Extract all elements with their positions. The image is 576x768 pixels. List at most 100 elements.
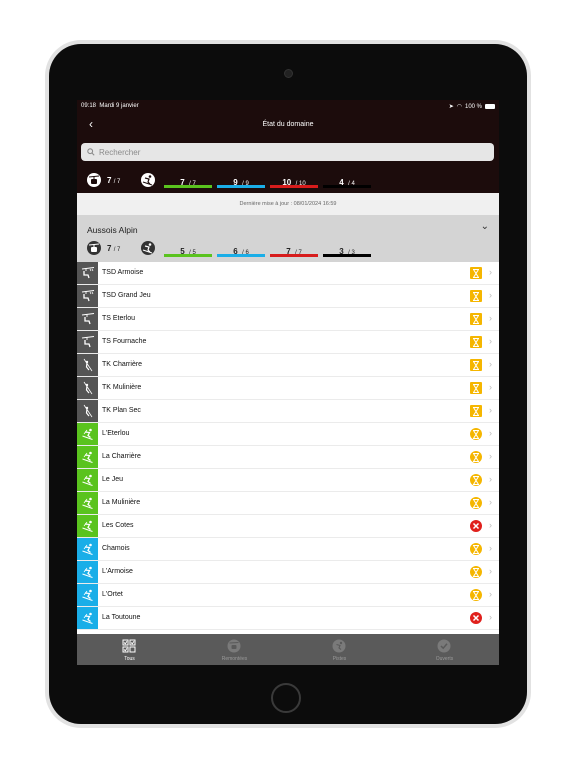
- list-item-label: TS Fournache: [102, 338, 147, 345]
- resort-black-stat: 3 / 3: [323, 241, 371, 259]
- chevron-right-icon: ›: [489, 359, 492, 369]
- list-item-label: L'Armoise: [102, 568, 133, 575]
- tab-label: Tous: [124, 656, 135, 662]
- list-item-label: TSD Grand Jeu: [102, 292, 151, 299]
- resort-red-stat: 7 / 7: [270, 241, 318, 259]
- chevron-right-icon: ›: [489, 543, 492, 553]
- hourglass-icon: [470, 543, 482, 555]
- tab-remontees[interactable]: Remontées: [182, 634, 287, 665]
- list-item-label: TK Charrière: [102, 361, 143, 368]
- list-item[interactable]: TSD Armoise ›: [77, 262, 499, 285]
- tab-tous[interactable]: Tous: [77, 634, 182, 665]
- tab-label: Pistes: [332, 656, 347, 662]
- surface-lift-icon: [77, 354, 98, 376]
- blue-bar: [217, 254, 265, 257]
- chevron-right-icon: ›: [489, 497, 492, 507]
- chevron-right-icon: ›: [489, 267, 492, 277]
- chevron-right-icon: ›: [489, 313, 492, 323]
- hourglass-icon: [470, 336, 482, 348]
- surface-lift-icon: [77, 377, 98, 399]
- list-item-label: La Mulinière: [102, 499, 141, 506]
- resort-lifts-open: 7: [107, 244, 112, 253]
- chevron-right-icon: ›: [489, 612, 492, 622]
- hourglass-icon: [470, 359, 482, 371]
- chevron-right-icon: ›: [489, 382, 492, 392]
- hourglass-icon: [470, 451, 482, 463]
- checklist-icon: [122, 639, 136, 653]
- skier-icon: [77, 423, 98, 445]
- status-time: 09:18: [81, 103, 97, 109]
- search-icon: [87, 148, 95, 156]
- chevron-right-icon: ›: [489, 405, 492, 415]
- red-pistes-stat: 10 / 10: [270, 172, 318, 190]
- list-item-label: La Toutoune: [102, 614, 141, 621]
- list-item[interactable]: L'Ortet ›: [77, 584, 499, 607]
- hourglass-icon: [470, 405, 482, 417]
- skier-icon: [77, 446, 98, 468]
- list-item[interactable]: TK Plan Sec ›: [77, 400, 499, 423]
- blue-bar: [217, 185, 265, 188]
- list-item[interactable]: TSD Grand Jeu ›: [77, 285, 499, 308]
- list-item-label: La Charrière: [102, 453, 141, 460]
- wifi-icon: ◠: [456, 104, 462, 110]
- list-item[interactable]: L'Eterlou ›: [77, 423, 499, 446]
- surface-lift-icon: [77, 400, 98, 422]
- home-button[interactable]: [271, 683, 301, 713]
- search-input[interactable]: [99, 145, 479, 159]
- chevron-right-icon: ›: [489, 428, 492, 438]
- list-item[interactable]: La Mulinière ›: [77, 492, 499, 515]
- list-item-label: TSD Armoise: [102, 269, 144, 276]
- chevron-right-icon: ›: [489, 290, 492, 300]
- resort-header[interactable]: Aussois Alpin ⌄ 7 / 7 5 / 5 6 / 6 7 / 7 …: [77, 215, 499, 262]
- search-box[interactable]: [81, 143, 494, 161]
- red-bar: [270, 254, 318, 257]
- lift-and-piste-list: TSD Armoise › TSD Grand Jeu › TS Eterlou › TS …: [77, 262, 499, 630]
- status-bar: 09:18 Mardi 9 janvier ➤ ◠ 100 %: [77, 100, 499, 112]
- tab-label: Remontées: [221, 656, 248, 662]
- list-item[interactable]: L'Armoise ›: [77, 561, 499, 584]
- hourglass-icon: [470, 589, 482, 601]
- location-icon: ➤: [448, 104, 454, 110]
- skier-icon: [77, 515, 98, 537]
- tab-ouverts[interactable]: Ouverts: [392, 634, 497, 665]
- battery-icon: [485, 104, 495, 109]
- list-item[interactable]: TK Charrière ›: [77, 354, 499, 377]
- skier-icon: [77, 492, 98, 514]
- gondola-icon: [87, 173, 101, 187]
- detachable-chairlift-icon: [77, 262, 98, 284]
- list-item-label: Chamois: [102, 545, 130, 552]
- battery-percent: 100 %: [464, 103, 482, 110]
- list-item[interactable]: Chamois ›: [77, 538, 499, 561]
- chevron-down-icon[interactable]: ⌄: [481, 221, 489, 232]
- hourglass-icon: [470, 497, 482, 509]
- tab-pistes[interactable]: Pistes: [287, 634, 392, 665]
- list-item[interactable]: La Toutoune ›: [77, 607, 499, 630]
- chairlift-icon: [77, 308, 98, 330]
- gondola-icon: [87, 241, 101, 255]
- hourglass-icon: [470, 313, 482, 325]
- skier-icon: [141, 241, 155, 255]
- lifts-open-count: 7: [107, 176, 112, 185]
- black-pistes-stat: 4 / 4: [323, 172, 371, 190]
- list-item-label: Les Cotes: [102, 522, 134, 529]
- resort-name: Aussois Alpin: [87, 225, 138, 235]
- list-item[interactable]: Les Cotes ›: [77, 515, 499, 538]
- check-circle-icon: [437, 639, 451, 653]
- list-item[interactable]: Le Jeu ›: [77, 469, 499, 492]
- list-item[interactable]: TS Fournache ›: [77, 331, 499, 354]
- hourglass-icon: [470, 474, 482, 486]
- hourglass-icon: [470, 382, 482, 394]
- closed-icon: [470, 612, 482, 624]
- list-item[interactable]: TS Eterlou ›: [77, 308, 499, 331]
- last-update: Dernière mise à jour : 08/01/2024 16:59: [77, 193, 499, 215]
- skier-icon: [141, 173, 155, 187]
- list-item[interactable]: La Charrière ›: [77, 446, 499, 469]
- chevron-right-icon: ›: [489, 474, 492, 484]
- chevron-right-icon: ›: [489, 451, 492, 461]
- detachable-chairlift-icon: [77, 285, 98, 307]
- list-item[interactable]: TK Mulinière ›: [77, 377, 499, 400]
- tab-label: Ouverts: [435, 656, 454, 662]
- closed-icon: [470, 520, 482, 532]
- hourglass-icon: [470, 428, 482, 440]
- skier-icon: [332, 639, 346, 653]
